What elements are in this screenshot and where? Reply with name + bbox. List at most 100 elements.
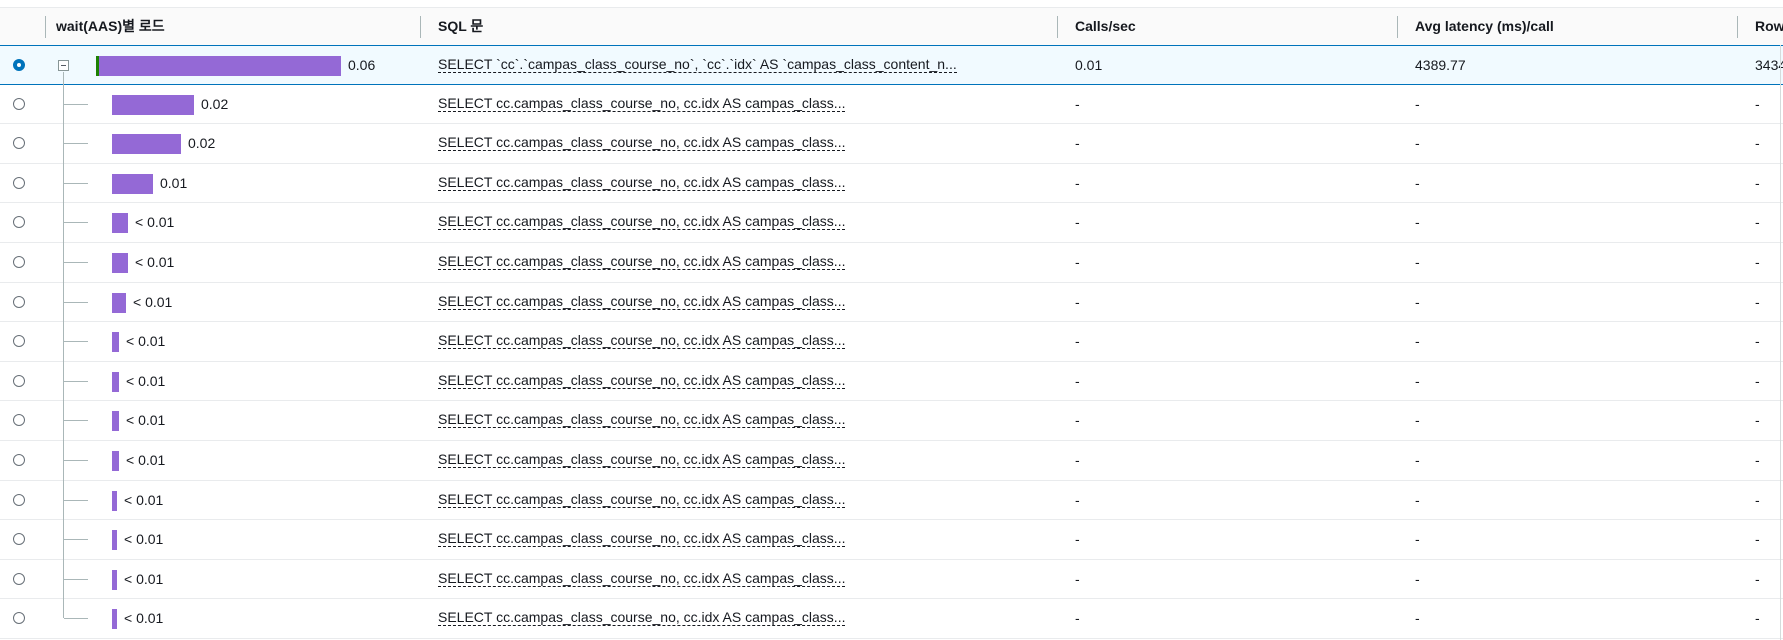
calls-per-sec: - (1075, 333, 1080, 350)
table-row[interactable]: < 0.01 SELECT cc.campas_class_course_no, … (0, 203, 1783, 243)
row-select-radio[interactable] (13, 97, 25, 110)
load-value: < 0.01 (124, 570, 164, 587)
sql-statement-link[interactable]: SELECT cc.campas_class_course_no, cc.idx… (438, 530, 846, 548)
sql-statement-link[interactable]: SELECT cc.campas_class_course_no, cc.idx… (438, 253, 846, 270)
table-row[interactable]: < 0.01 SELECT cc.campas_class_course_no, … (0, 560, 1783, 600)
avg-latency: - (1415, 214, 1420, 231)
calls-per-sec: - (1075, 531, 1080, 548)
sql-statement: SELECT cc.campas_class_course_no, cc.idx… (438, 481, 846, 518)
column-resizer[interactable] (1057, 16, 1058, 38)
sql-statement: SELECT cc.campas_class_course_no, cc.idx… (438, 283, 846, 320)
load-bar (112, 490, 117, 511)
rows-per-call: - (1755, 531, 1760, 548)
calls-per-sec: - (1075, 254, 1080, 270)
row-select-radio[interactable] (13, 533, 25, 546)
sql-statement-link[interactable]: SELECT cc.campas_class_course_no, cc.idx… (438, 292, 846, 310)
calls-per-sec: - (1075, 174, 1080, 191)
load-bar (112, 253, 128, 273)
row-select-radio[interactable] (13, 216, 25, 229)
sql-statement-link[interactable]: SELECT cc.campas_class_course_no, cc.idx… (438, 134, 846, 152)
row-select-radio[interactable] (13, 335, 25, 348)
row-select-radio[interactable] (13, 374, 25, 387)
table-row[interactable]: < 0.01 SELECT cc.campas_class_course_no, … (0, 520, 1783, 560)
rows-per-call: - (1755, 293, 1760, 310)
load-value: < 0.01 (124, 610, 164, 627)
rows-per-call: - (1755, 254, 1760, 270)
rows-per-call: - (1755, 174, 1760, 191)
load-bar (112, 411, 119, 432)
sql-statement-link[interactable]: SELECT cc.campas_class_course_no, cc.idx… (438, 94, 846, 112)
row-select-radio[interactable] (13, 176, 25, 189)
calls-per-sec: - (1075, 214, 1080, 231)
load-value: < 0.01 (126, 452, 166, 468)
load-bar (112, 134, 181, 155)
row-select-radio[interactable] (13, 295, 25, 308)
load-value: < 0.01 (126, 333, 166, 350)
rows-per-call: - (1755, 610, 1760, 627)
column-header-sql[interactable]: SQL 문 (438, 8, 483, 45)
avg-latency: - (1415, 95, 1420, 112)
table-row[interactable]: < 0.01 SELECT cc.campas_class_course_no, … (0, 401, 1783, 441)
table-row[interactable]: 0.02 SELECT cc.campas_class_course_no, cc… (0, 124, 1783, 164)
table-row[interactable]: 0.02 SELECT cc.campas_class_course_no, cc… (0, 85, 1783, 125)
column-header-latency[interactable]: Avg latency (ms)/call (1415, 8, 1554, 45)
row-select-radio[interactable] (13, 137, 25, 150)
column-resizer[interactable] (1737, 16, 1738, 38)
table-row[interactable]: 0.06 SELECT `cc`.`campas_class_course_no`… (0, 45, 1783, 85)
table-row[interactable]: < 0.01 SELECT cc.campas_class_course_no, … (0, 441, 1783, 481)
load-value: < 0.01 (133, 293, 173, 310)
row-select-radio[interactable] (13, 572, 25, 585)
column-header-rows[interactable]: Rows (1755, 8, 1783, 45)
table-row[interactable]: < 0.01 SELECT cc.campas_class_course_no, … (0, 283, 1783, 323)
rows-per-call: - (1755, 333, 1760, 350)
sql-statement-link[interactable]: SELECT cc.campas_class_course_no, cc.idx… (438, 609, 846, 627)
sql-statement-link[interactable]: SELECT cc.campas_class_course_no, cc.idx… (438, 411, 846, 429)
sql-statement: SELECT cc.campas_class_course_no, cc.idx… (438, 362, 846, 399)
tree-connector (64, 341, 88, 343)
sql-statement-link[interactable]: SELECT cc.campas_class_course_no, cc.idx… (438, 213, 846, 231)
tree-connector (64, 262, 88, 263)
collapse-icon[interactable] (58, 60, 69, 71)
column-header-load[interactable]: wait(AAS)별 로드 (56, 8, 165, 45)
sql-statement: SELECT cc.campas_class_course_no, cc.idx… (438, 322, 846, 359)
row-select-radio[interactable] (13, 612, 25, 625)
sql-statement-link[interactable]: SELECT cc.campas_class_course_no, cc.idx… (438, 371, 846, 389)
load-value: < 0.01 (126, 372, 166, 389)
sql-statement-link[interactable]: SELECT cc.campas_class_course_no, cc.idx… (438, 569, 846, 587)
sql-statement-link[interactable]: SELECT cc.campas_class_course_no, cc.idx… (438, 451, 846, 468)
tree-connector (64, 420, 88, 422)
table-row[interactable]: < 0.01 SELECT cc.campas_class_course_no, … (0, 481, 1783, 521)
column-resizer[interactable] (1397, 16, 1398, 38)
top-sql-table: wait(AAS)별 로드 SQL 문 Calls/sec Avg latenc… (0, 0, 1783, 640)
sql-statement: SELECT cc.campas_class_course_no, cc.idx… (438, 441, 846, 478)
row-select-radio[interactable] (13, 454, 25, 466)
tree-connector (64, 103, 88, 105)
avg-latency: - (1415, 254, 1420, 270)
sql-statement-link[interactable]: SELECT cc.campas_class_course_no, cc.idx… (438, 173, 846, 191)
column-resizer[interactable] (45, 16, 46, 38)
table-row[interactable]: < 0.01 SELECT cc.campas_class_course_no, … (0, 599, 1783, 639)
load-bar (112, 371, 119, 392)
rows-per-call: - (1755, 491, 1760, 508)
load-value: 0.02 (201, 95, 229, 112)
tree-connector (64, 182, 88, 184)
column-resizer[interactable] (420, 16, 421, 38)
sql-statement-link[interactable]: SELECT `cc`.`campas_class_course_no`, `c… (438, 56, 957, 73)
sql-statement: SELECT cc.campas_class_course_no, cc.idx… (438, 124, 846, 161)
avg-latency: - (1415, 333, 1420, 350)
sql-statement-link[interactable]: SELECT cc.campas_class_course_no, cc.idx… (438, 490, 846, 508)
sql-statement-link[interactable]: SELECT cc.campas_class_course_no, cc.idx… (438, 332, 846, 350)
rows-per-call: - (1755, 214, 1760, 231)
row-select-radio[interactable] (13, 256, 25, 268)
table-row[interactable]: 0.01 SELECT cc.campas_class_course_no, cc… (0, 164, 1783, 204)
row-select-radio[interactable] (13, 59, 25, 71)
row-select-radio[interactable] (13, 493, 25, 506)
table-row[interactable]: < 0.01 SELECT cc.campas_class_course_no, … (0, 243, 1783, 283)
column-header-calls[interactable]: Calls/sec (1075, 8, 1136, 45)
avg-latency: - (1415, 610, 1420, 627)
load-bar (99, 56, 341, 76)
row-select-radio[interactable] (13, 414, 25, 427)
table-row[interactable]: < 0.01 SELECT cc.campas_class_course_no, … (0, 322, 1783, 362)
table-row[interactable]: < 0.01 SELECT cc.campas_class_course_no, … (0, 362, 1783, 402)
rows-per-call: - (1755, 95, 1760, 112)
